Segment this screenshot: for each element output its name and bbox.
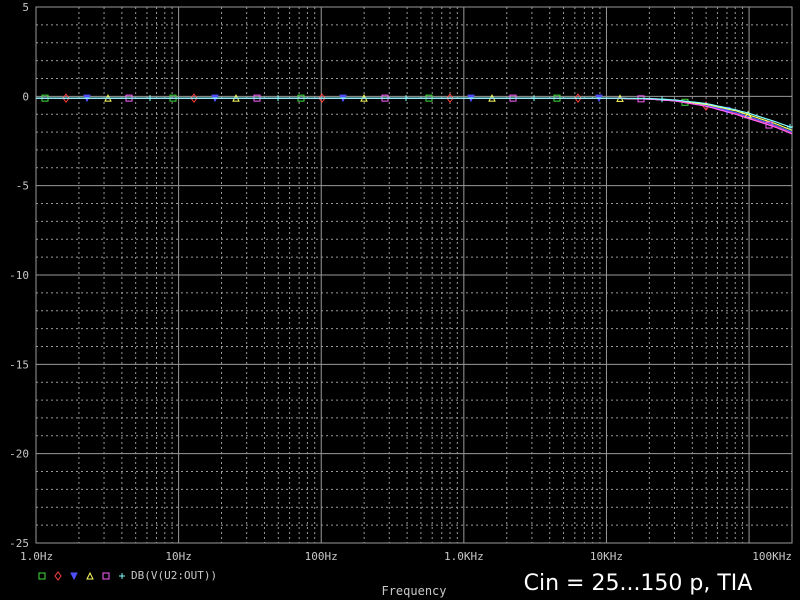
x-tick-label: 100KHz — [752, 550, 792, 563]
series-line — [36, 97, 793, 129]
y-tick-label: -5 — [16, 180, 29, 193]
x-tick-label: 100Hz — [305, 550, 338, 563]
series-marker — [102, 572, 110, 580]
series-marker — [86, 571, 94, 580]
grid — [35, 6, 793, 544]
series-line — [36, 97, 793, 135]
series-marker — [38, 572, 46, 580]
chart-annotation: Cin = 25...150 p, TIA — [524, 571, 753, 596]
frequency-response-chart: 5 0 -5 -10 -15 -20 -25 1.0Hz 10Hz 100Hz 1.0KHz 10K… — [9, 1, 793, 598]
series-6 — [36, 95, 793, 130]
legend: DB(V(U2:OUT)) — [38, 569, 217, 582]
x-tick-labels: 1.0Hz 10Hz 100Hz 1.0KHz 10KHz 100KHz — [20, 550, 792, 563]
y-tick-label: -25 — [9, 537, 29, 550]
series-marker — [70, 572, 78, 581]
x-tick-label: 1.0Hz — [20, 550, 53, 563]
series-line — [36, 97, 793, 133]
legend-markers — [38, 571, 125, 581]
y-tick-labels: 5 0 -5 -10 -15 -20 -25 — [9, 1, 29, 550]
x-tick-label: 1.0KHz — [444, 550, 484, 563]
series-line — [36, 97, 793, 133]
x-tick-label: 10KHz — [590, 550, 623, 563]
y-tick-label: -20 — [9, 448, 29, 461]
series-marker — [119, 573, 125, 579]
series-marker — [54, 571, 62, 581]
x-tick-label: 10Hz — [165, 550, 192, 563]
y-tick-label: -15 — [9, 358, 29, 371]
y-tick-label: 5 — [22, 1, 29, 14]
series-line — [36, 97, 793, 131]
y-tick-label: 0 — [22, 90, 29, 103]
legend-label: DB(V(U2:OUT)) — [131, 569, 217, 582]
x-axis-label: Frequency — [381, 584, 446, 598]
series-group — [36, 93, 793, 135]
y-tick-label: -10 — [9, 269, 29, 282]
series-marker — [659, 96, 665, 103]
series-line — [36, 97, 793, 134]
